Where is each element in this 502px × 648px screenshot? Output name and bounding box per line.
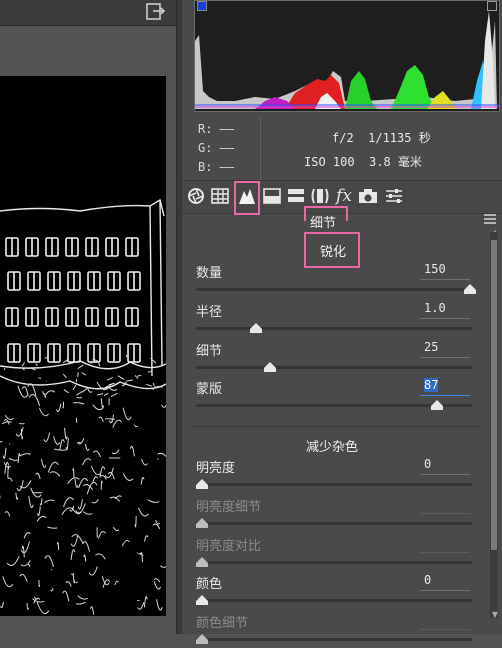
- noise-label-2: 明亮度对比: [196, 539, 262, 554]
- histogram: [194, 0, 500, 112]
- sharpen-value-text-3: 87: [424, 378, 439, 392]
- preview-pane: [0, 0, 176, 634]
- noise-label-1: 明亮度细节: [196, 500, 262, 515]
- sharpen-label-3: 蒙版: [196, 382, 223, 397]
- active-tab-highlight: [234, 181, 260, 215]
- scroll-down-icon[interactable]: ▼: [492, 610, 498, 619]
- sharpen-value-2[interactable]: 25: [420, 340, 470, 358]
- split-toning-icon[interactable]: [262, 186, 282, 206]
- noise-value-4[interactable]: [420, 612, 470, 630]
- noise-slider-track-0[interactable]: [196, 483, 472, 486]
- noise-slider-track-4[interactable]: [196, 638, 472, 641]
- noise-value-text-3: 0: [424, 573, 432, 587]
- adjust-panel: R: —— G: —— B: —— f/2 1/1135 秒 ISO 100 3…: [182, 0, 502, 644]
- noise-label-3: 颜色: [196, 577, 223, 592]
- grid-icon[interactable]: [210, 186, 230, 206]
- noise-value-text-0: 0: [424, 457, 432, 471]
- noise-value-0[interactable]: 0: [420, 457, 470, 475]
- sharpen-label-1: 半径: [196, 305, 223, 320]
- export-icon[interactable]: [145, 2, 167, 22]
- aperture-shutter: f/2 1/1135 秒: [332, 131, 431, 145]
- red-readout: R: ——: [198, 122, 235, 136]
- sliders-icon[interactable]: [384, 186, 404, 206]
- sharpen-value-0[interactable]: 150: [420, 262, 470, 280]
- sharpen-value-3[interactable]: 87: [420, 378, 470, 396]
- section-divider: [190, 426, 480, 427]
- noise-label-4: 颜色细节: [196, 616, 249, 631]
- sharpen-slider-thumb-1[interactable]: [250, 322, 262, 333]
- sharpen-slider-thumb-2[interactable]: [263, 361, 276, 372]
- scroll-thumb[interactable]: [491, 240, 497, 550]
- panel-scrollbar[interactable]: [490, 232, 498, 618]
- panel-title: 细节: [310, 216, 337, 231]
- noise-slider-track-3[interactable]: [196, 599, 472, 602]
- sharpen-slider-track-2[interactable]: [196, 366, 472, 369]
- iso-focal: ISO 100 3.8 毫米: [304, 155, 422, 169]
- noise-reduction-title: 减少杂色: [306, 440, 359, 455]
- noise-value-2[interactable]: [420, 535, 470, 553]
- pixel-readout: R: —— G: —— B: —— f/2 1/1135 秒 ISO 100 3…: [194, 118, 500, 180]
- camera-info: f/2 1/1135 秒 ISO 100 3.8 毫米: [274, 118, 494, 180]
- sharpen-title: 锐化: [320, 245, 347, 260]
- lens-profile-icon[interactable]: [310, 186, 330, 206]
- sharpen-slider-thumb-3[interactable]: [430, 399, 443, 410]
- sharpen-label-0: 数量: [196, 266, 223, 281]
- sharpen-label-2: 细节: [196, 344, 223, 359]
- hsl-bars-icon[interactable]: [286, 186, 306, 206]
- camera-icon[interactable]: [358, 186, 378, 206]
- sharpen-value-text-2: 25: [424, 340, 439, 354]
- lens-aperture-icon[interactable]: [186, 186, 206, 206]
- noise-slider-track-2[interactable]: [196, 561, 472, 564]
- blue-readout: B: ——: [198, 160, 235, 174]
- sharpen-value-text-1: 1.0: [424, 301, 446, 315]
- panel-header: 细节: [182, 212, 502, 232]
- sharpen-slider-track-1[interactable]: [196, 327, 472, 330]
- noise-slider-thumb-0[interactable]: [196, 478, 208, 489]
- rgb-values: R: —— G: —— B: ——: [194, 118, 261, 180]
- sharpen-slider-thumb-0[interactable]: [464, 283, 476, 294]
- noise-value-3[interactable]: 0: [420, 573, 470, 591]
- noise-slider-thumb-4[interactable]: [196, 633, 208, 644]
- noise-slider-thumb-1[interactable]: [196, 517, 208, 528]
- noise-value-1[interactable]: [420, 496, 470, 514]
- green-readout: G: ——: [198, 141, 235, 155]
- noise-slider-thumb-2[interactable]: [196, 556, 208, 567]
- sharpen-value-text-0: 150: [424, 262, 446, 276]
- sharpen-value-1[interactable]: 1.0: [420, 301, 470, 319]
- panel-menu-icon[interactable]: [484, 213, 496, 224]
- noise-slider-thumb-3[interactable]: [196, 594, 208, 605]
- preview-toolbar: [0, 0, 176, 26]
- noise-slider-track-1[interactable]: [196, 522, 472, 525]
- sharpen-slider-track-0[interactable]: [196, 288, 472, 291]
- fx-icon[interactable]: fx: [334, 186, 354, 206]
- image-preview[interactable]: [0, 76, 166, 616]
- noise-label-0: 明亮度: [196, 461, 236, 476]
